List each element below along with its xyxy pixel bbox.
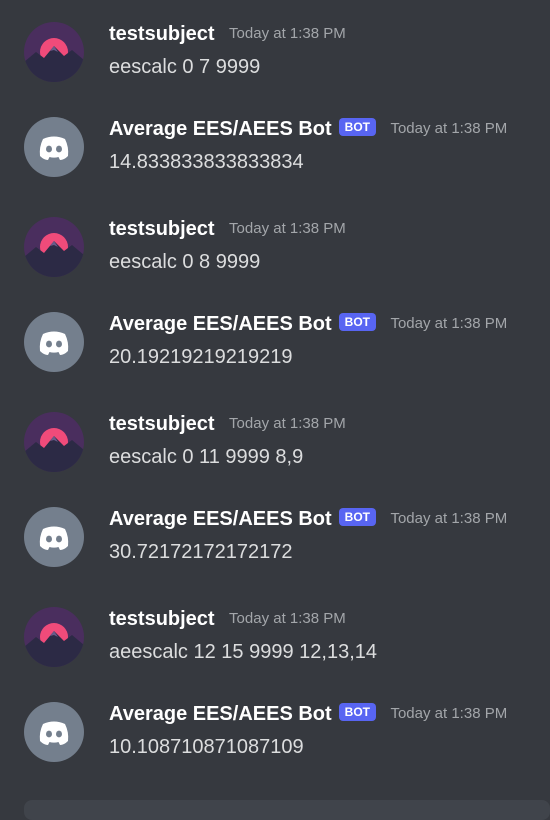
message-content: 30.72172172172172 <box>109 541 293 563</box>
message-header: testsubject Today at 1:38 PM <box>109 411 346 437</box>
discord-logo-icon <box>24 507 84 567</box>
timestamp[interactable]: Today at 1:38 PM <box>390 315 507 332</box>
message-list: testsubject Today at 1:38 PM eescalc 0 7… <box>0 0 550 810</box>
timestamp[interactable]: Today at 1:38 PM <box>229 415 346 432</box>
message: testsubject Today at 1:38 PM eescalc 0 8… <box>0 205 550 285</box>
user-avatar[interactable] <box>24 22 84 82</box>
message-header: testsubject Today at 1:38 PM <box>109 606 346 632</box>
message-content: 14.833833833833834 <box>109 151 304 173</box>
bot-tag: BOT <box>338 118 377 136</box>
message-content: eescalc 0 7 9999 <box>109 56 261 78</box>
message-content: eescalc 0 8 9999 <box>109 251 261 273</box>
mountain-sunset-avatar-icon <box>24 217 84 277</box>
message-header: Average EES/AEES Bot BOT Today at 1:38 PM <box>109 506 507 532</box>
message-header: Average EES/AEES Bot BOT Today at 1:38 PM <box>109 116 507 142</box>
message-content: eescalc 0 11 9999 8,9 <box>109 446 304 468</box>
message: Average EES/AEES Bot BOT Today at 1:38 PM… <box>0 300 550 380</box>
timestamp[interactable]: Today at 1:38 PM <box>229 220 346 237</box>
bot-tag: BOT <box>338 313 377 331</box>
discord-logo-icon <box>24 312 84 372</box>
discord-logo-icon <box>24 117 84 177</box>
message: testsubject Today at 1:38 PM eescalc 0 7… <box>0 10 550 90</box>
mountain-sunset-avatar-icon <box>24 607 84 667</box>
bot-tag: BOT <box>338 703 377 721</box>
user-avatar[interactable] <box>24 412 84 472</box>
username[interactable]: Average EES/AEES Bot <box>109 703 332 725</box>
message-content: aeescalc 12 15 9999 12,13,14 <box>109 641 377 663</box>
message: Average EES/AEES Bot BOT Today at 1:38 PM… <box>0 105 550 185</box>
username[interactable]: testsubject <box>109 23 215 45</box>
bot-avatar[interactable] <box>24 312 84 372</box>
message: Average EES/AEES Bot BOT Today at 1:38 PM… <box>0 690 550 770</box>
username[interactable]: testsubject <box>109 413 215 435</box>
user-avatar[interactable] <box>24 607 84 667</box>
username[interactable]: Average EES/AEES Bot <box>109 118 332 140</box>
mountain-sunset-avatar-icon <box>24 412 84 472</box>
message: Average EES/AEES Bot BOT Today at 1:38 PM… <box>0 495 550 575</box>
user-avatar[interactable] <box>24 217 84 277</box>
timestamp[interactable]: Today at 1:38 PM <box>390 510 507 527</box>
timestamp[interactable]: Today at 1:38 PM <box>390 705 507 722</box>
timestamp[interactable]: Today at 1:38 PM <box>229 610 346 627</box>
message-header: Average EES/AEES Bot BOT Today at 1:38 PM <box>109 311 507 337</box>
bot-tag: BOT <box>338 508 377 526</box>
message-header: testsubject Today at 1:38 PM <box>109 216 346 242</box>
message-header: Average EES/AEES Bot BOT Today at 1:38 PM <box>109 701 507 727</box>
mountain-sunset-avatar-icon <box>24 22 84 82</box>
bot-avatar[interactable] <box>24 702 84 762</box>
message-header: testsubject Today at 1:38 PM <box>109 21 346 47</box>
discord-logo-icon <box>24 702 84 762</box>
username[interactable]: testsubject <box>109 608 215 630</box>
bot-avatar[interactable] <box>24 507 84 567</box>
message-composer[interactable] <box>24 800 550 820</box>
message: testsubject Today at 1:38 PM eescalc 0 1… <box>0 400 550 480</box>
bot-avatar[interactable] <box>24 117 84 177</box>
timestamp[interactable]: Today at 1:38 PM <box>390 120 507 137</box>
message-content: 10.108710871087109 <box>109 736 304 758</box>
message: testsubject Today at 1:38 PM aeescalc 12… <box>0 595 550 675</box>
message-content: 20.19219219219219 <box>109 346 293 368</box>
username[interactable]: testsubject <box>109 218 215 240</box>
username[interactable]: Average EES/AEES Bot <box>109 313 332 335</box>
timestamp[interactable]: Today at 1:38 PM <box>229 25 346 42</box>
username[interactable]: Average EES/AEES Bot <box>109 508 332 530</box>
